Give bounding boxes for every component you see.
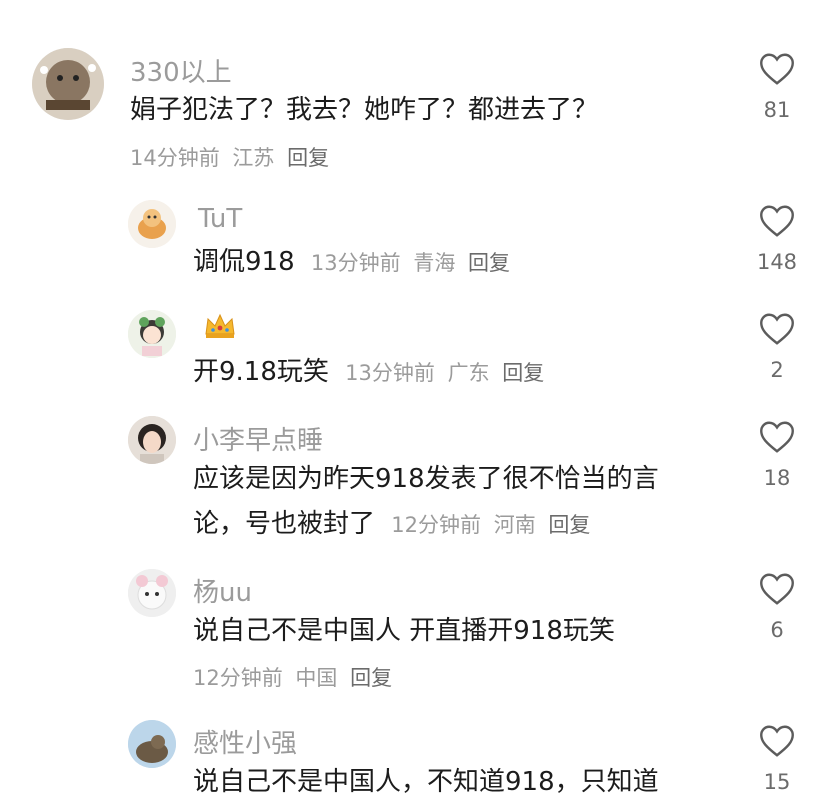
avatar[interactable]: [128, 310, 176, 358]
animal-avatar-image: [128, 720, 176, 768]
comment-text: 论，号也被封了 12分钟前 河南 回复: [193, 502, 596, 547]
comment-text: 调侃918 13分钟前 青海 回复: [193, 240, 516, 285]
cat-avatar-image: [32, 48, 104, 120]
reply-button[interactable]: 回复: [548, 513, 590, 537]
like-count: 2: [770, 358, 784, 382]
heart-icon: [760, 53, 794, 85]
username[interactable]: 杨uu: [193, 572, 252, 609]
timestamp: 13分钟前: [345, 361, 435, 385]
username[interactable]: 330以上: [130, 52, 232, 89]
avatar[interactable]: [128, 200, 176, 248]
like-button[interactable]: 2: [755, 312, 799, 382]
reply-button[interactable]: 回复: [287, 146, 329, 170]
comment-text-line-1: 应该是因为昨天918发表了很不恰当的言: [193, 464, 659, 494]
like-count: 6: [770, 618, 784, 642]
like-button[interactable]: 15: [755, 724, 799, 794]
like-count: 15: [763, 770, 791, 794]
username[interactable]: TuT: [198, 204, 242, 234]
like-count: 81: [763, 98, 791, 122]
timestamp: 12分钟前: [391, 513, 482, 537]
avatar[interactable]: [128, 569, 176, 617]
timestamp: 13分钟前: [310, 251, 401, 275]
like-count: 18: [763, 466, 791, 490]
comment-meta: 13分钟前 青海 回复: [311, 251, 516, 275]
girl-avatar-image: [128, 310, 176, 358]
avatar[interactable]: [32, 48, 104, 120]
comment-body: 调侃918: [193, 247, 295, 277]
like-button[interactable]: 18: [755, 420, 799, 490]
crown-icon: [203, 312, 237, 347]
heart-icon: [760, 421, 794, 453]
location: 江苏: [232, 146, 275, 170]
comment-meta: 12分钟前 河南 回复: [391, 513, 596, 537]
username[interactable]: 小李早点睡: [193, 420, 323, 457]
reply-button[interactable]: 回复: [350, 666, 392, 690]
location: 广东: [447, 361, 490, 385]
avatar[interactable]: [128, 416, 176, 464]
heart-icon: [760, 205, 794, 237]
location: 河南: [493, 513, 536, 537]
portrait-avatar-image: [128, 416, 176, 464]
comment-meta: 14分钟前 江苏 回复: [130, 136, 335, 180]
comment-body: 论，号也被封了: [193, 509, 376, 539]
cat-cartoon-avatar-image: [128, 200, 176, 248]
reply-button[interactable]: 回复: [502, 361, 544, 385]
location: 中国: [295, 666, 338, 690]
reply-button[interactable]: 回复: [468, 251, 510, 275]
timestamp: 14分钟前: [130, 146, 220, 170]
username-badge[interactable]: [203, 312, 237, 347]
like-button[interactable]: 6: [755, 572, 799, 642]
like-button[interactable]: 81: [755, 52, 799, 122]
like-button[interactable]: 148: [755, 204, 799, 274]
location: 青海: [413, 251, 456, 275]
comment-text: 娟子犯法了？我去？她咋了？都进去了？: [130, 95, 599, 125]
plush-avatar-image: [128, 569, 176, 617]
comment-text: 说自己不是中国人，不知道918，只知道: [193, 767, 659, 797]
comment-text: 说自己不是中国人 开直播开918玩笑: [193, 616, 615, 646]
username[interactable]: 感性小强: [193, 723, 297, 760]
like-count: 148: [756, 250, 798, 274]
timestamp: 12分钟前: [193, 666, 283, 690]
comment-body: 开9.18玩笑: [193, 357, 329, 387]
comment-meta: 12分钟前 中国 回复: [193, 656, 398, 700]
heart-icon: [760, 725, 794, 757]
avatar[interactable]: [128, 720, 176, 768]
comment-meta: 13分钟前 广东 回复: [345, 361, 550, 385]
heart-icon: [760, 573, 794, 605]
heart-icon: [760, 313, 794, 345]
comment-text: 开9.18玩笑 13分钟前 广东 回复: [193, 350, 550, 395]
